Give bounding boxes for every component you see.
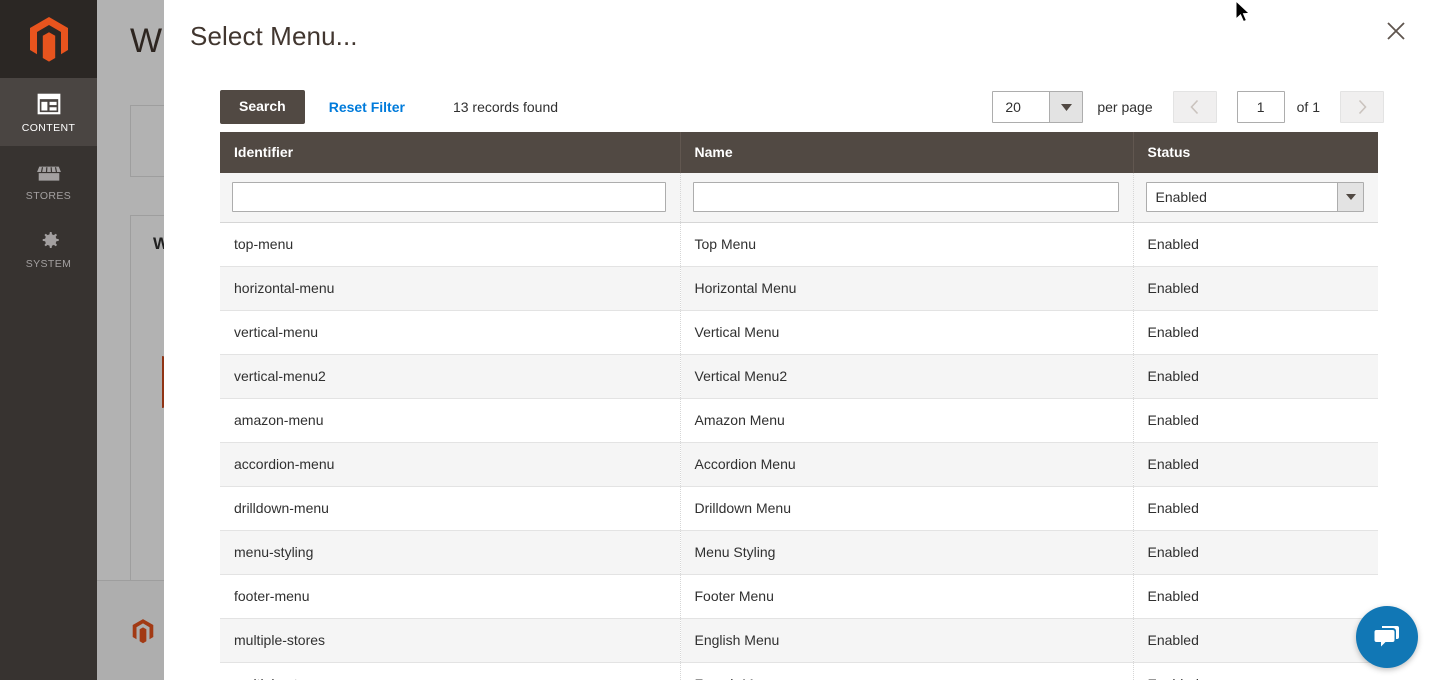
table-row[interactable]: drilldown-menu Drilldown Menu Enabled xyxy=(220,486,1378,531)
cell-identifier: vertical-menu xyxy=(220,310,681,355)
filter-cell-identifier xyxy=(220,173,681,223)
sidebar-item-label: STORES xyxy=(25,189,72,202)
records-found-label: 13 records found xyxy=(452,99,559,115)
cell-identifier: multiple-stores xyxy=(220,662,681,680)
per-page-select[interactable]: 20 xyxy=(992,91,1084,123)
cell-identifier: menu-styling xyxy=(220,530,681,575)
column-header-status[interactable]: Status xyxy=(1133,132,1378,173)
sidebar-item-stores[interactable]: STORES xyxy=(0,146,97,214)
screen-root: Widget Widget Options Supported Containe… xyxy=(0,0,1440,680)
cell-identifier: drilldown-menu xyxy=(220,486,681,531)
cell-status: Enabled xyxy=(1133,574,1378,619)
table-header-row: Identifier Name Status xyxy=(220,132,1378,173)
cell-status: Enabled xyxy=(1133,310,1378,355)
filter-cell-status: Enabled xyxy=(1133,173,1378,223)
column-header-name[interactable]: Name xyxy=(680,132,1134,173)
table-row[interactable]: accordion-menu Accordion Menu Enabled xyxy=(220,442,1378,487)
chevron-down-icon[interactable] xyxy=(1049,92,1083,122)
close-button[interactable] xyxy=(1378,13,1414,49)
cell-identifier: horizontal-menu xyxy=(220,266,681,311)
column-header-identifier[interactable]: Identifier xyxy=(220,132,681,173)
gear-icon xyxy=(42,231,59,248)
cell-identifier: accordion-menu xyxy=(220,442,681,487)
filter-cell-name xyxy=(680,173,1134,223)
table-row[interactable]: vertical-menu2 Vertical Menu2 Enabled xyxy=(220,354,1378,399)
cell-status: Enabled xyxy=(1133,266,1378,311)
chevron-down-glyph xyxy=(1345,194,1356,200)
identifier-filter-input[interactable] xyxy=(232,182,666,212)
table-row[interactable]: multiple-stores English Menu Enabled xyxy=(220,618,1378,663)
chevron-left-icon xyxy=(1190,99,1199,115)
table-row[interactable]: menu-styling Menu Styling Enabled xyxy=(220,530,1378,575)
close-icon xyxy=(1387,22,1405,40)
magento-logo-icon xyxy=(29,17,68,62)
sidebar-item-system[interactable]: SYSTEM xyxy=(0,214,97,282)
cell-identifier: amazon-menu xyxy=(220,398,681,443)
table-row[interactable]: footer-menu Footer Menu Enabled xyxy=(220,574,1378,619)
table-row[interactable]: multiple-storesFrench MenuEnabled xyxy=(220,662,1378,680)
cell-name: Horizontal Menu xyxy=(680,266,1134,311)
cell-name: Menu Styling xyxy=(680,530,1134,575)
cell-status: Enabled xyxy=(1133,398,1378,443)
sidebar-item-label: SYSTEM xyxy=(25,257,72,270)
select-menu-modal: Select Menu... Search Reset Filter 13 re… xyxy=(164,0,1440,680)
cell-name: French Menu xyxy=(680,662,1134,680)
sidebar-item-content[interactable]: CONTENT xyxy=(0,78,97,146)
cell-name: Vertical Menu2 xyxy=(680,354,1134,399)
store-icon xyxy=(36,166,61,181)
cell-name: English Menu xyxy=(680,618,1134,663)
sidebar-logo[interactable] xyxy=(0,0,97,78)
cell-identifier: footer-menu xyxy=(220,574,681,619)
per-page-value: 20 xyxy=(1005,99,1021,115)
table-row[interactable]: horizontal-menu Horizontal Menu Enabled xyxy=(220,266,1378,311)
content-icon xyxy=(37,93,60,114)
total-pages-label: of 1 xyxy=(1296,99,1320,115)
chevron-right-icon xyxy=(1358,99,1367,115)
table-head: Identifier Name Status Enabled xyxy=(220,132,1378,223)
cell-status: Enabled xyxy=(1133,530,1378,575)
chevron-down-glyph xyxy=(1060,103,1072,111)
cell-name: Drilldown Menu xyxy=(680,486,1134,531)
grid-toolbar: Search Reset Filter 13 records found 20 … xyxy=(220,82,1384,132)
chevron-down-icon[interactable] xyxy=(1337,183,1363,211)
chat-bubble-icon xyxy=(1374,626,1399,647)
search-button[interactable]: Search xyxy=(220,90,305,124)
cell-name: Accordion Menu xyxy=(680,442,1134,487)
menu-grid: Search Reset Filter 13 records found 20 … xyxy=(164,82,1440,680)
table-row[interactable]: vertical-menu Vertical Menu Enabled xyxy=(220,310,1378,355)
cell-status: Enabled xyxy=(1133,662,1378,680)
table-body: top-menu Top Menu Enabled horizontal-menu Ho… xyxy=(220,222,1378,680)
sidebar-item-label: CONTENT xyxy=(21,121,76,134)
next-page-button[interactable] xyxy=(1340,91,1384,123)
name-filter-input[interactable] xyxy=(692,182,1119,212)
cell-name: Vertical Menu xyxy=(680,310,1134,355)
admin-sidebar: CONTENT STORES SYSTEM xyxy=(0,0,97,680)
cell-name: Amazon Menu xyxy=(680,398,1134,443)
reset-filter-link[interactable]: Reset Filter xyxy=(329,99,405,115)
status-filter-value: Enabled xyxy=(1155,189,1207,205)
per-page-label: per page xyxy=(1097,99,1153,115)
cell-name: Footer Menu xyxy=(680,574,1134,619)
prev-page-button[interactable] xyxy=(1172,91,1217,123)
table-row[interactable]: top-menu Top Menu Enabled xyxy=(220,222,1378,267)
cell-status: Enabled xyxy=(1133,354,1378,399)
cell-status: Enabled xyxy=(1133,618,1378,663)
cell-identifier: top-menu xyxy=(220,222,681,267)
menu-table: Identifier Name Status Enabled top-menu … xyxy=(220,132,1378,680)
chat-button[interactable] xyxy=(1356,606,1418,668)
table-filter-row: Enabled xyxy=(220,173,1378,223)
cell-identifier: multiple-stores xyxy=(220,618,681,663)
cell-status: Enabled xyxy=(1133,442,1378,487)
cell-status: Enabled xyxy=(1133,486,1378,531)
cell-status: Enabled xyxy=(1133,222,1378,267)
table-row[interactable]: amazon-menu Amazon Menu Enabled xyxy=(220,398,1378,443)
status-filter-select[interactable]: Enabled xyxy=(1145,182,1364,212)
page-number-input[interactable]: 1 xyxy=(1236,91,1285,123)
cell-identifier: vertical-menu2 xyxy=(220,354,681,399)
pagination-controls: 20 per page 1 of 1 xyxy=(992,91,1384,123)
cell-name: Top Menu xyxy=(680,222,1134,267)
modal-title: Select Menu... xyxy=(190,21,358,51)
